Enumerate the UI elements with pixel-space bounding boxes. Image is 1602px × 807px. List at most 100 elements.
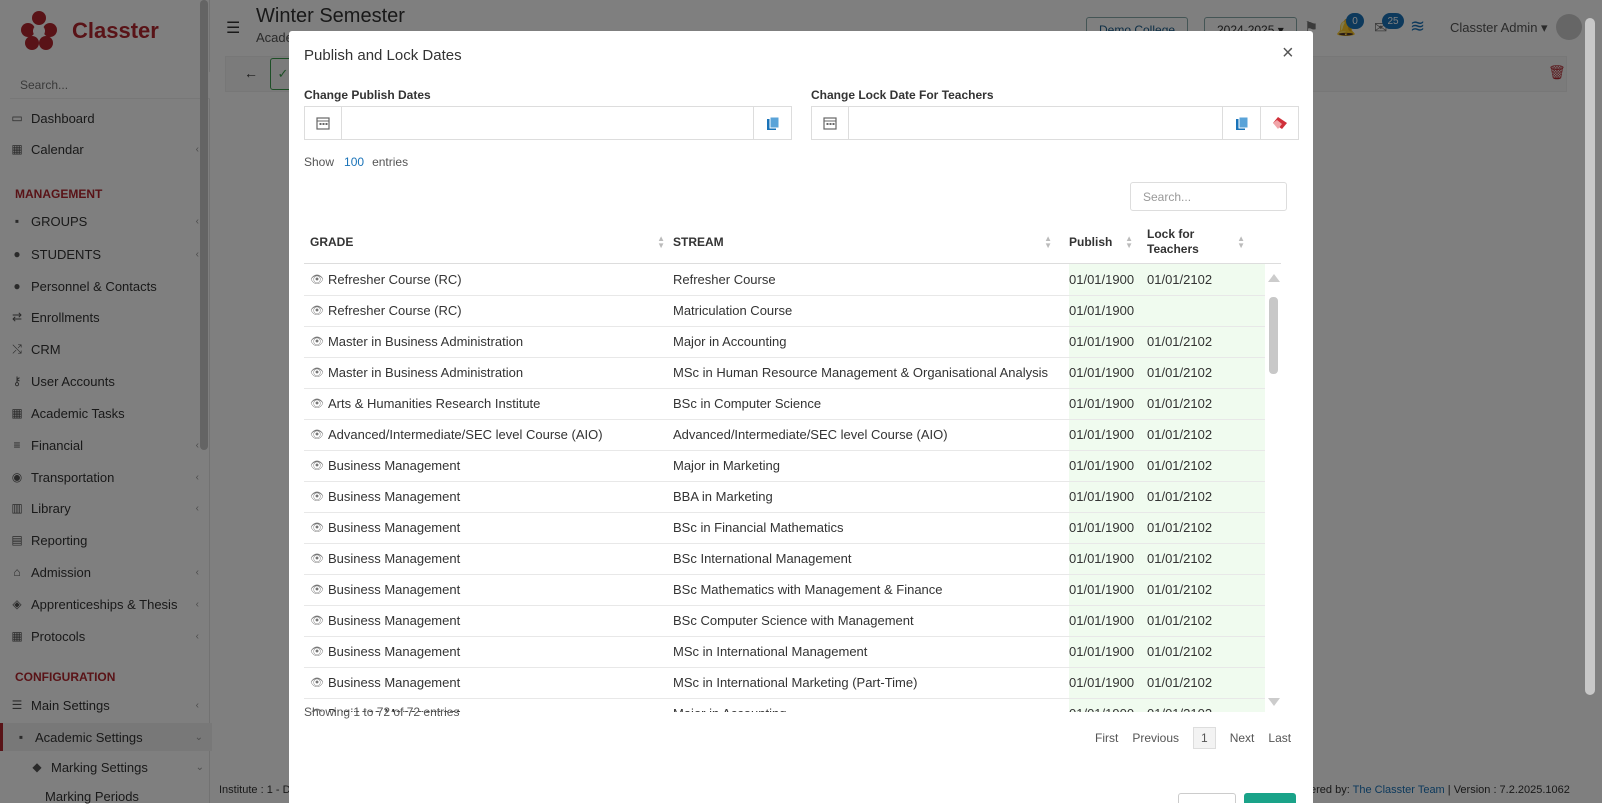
- lock-cell[interactable]: 01/01/2102: [1147, 481, 1212, 512]
- lock-cell[interactable]: 01/01/2102: [1147, 450, 1212, 481]
- lock-date-group: [811, 106, 1299, 140]
- table-search-input[interactable]: Search...: [1130, 182, 1287, 211]
- publish-cell[interactable]: 01/01/1900: [1069, 605, 1134, 636]
- eye-icon[interactable]: 👁: [310, 428, 324, 441]
- publish-cell[interactable]: 01/01/1900: [1069, 698, 1134, 712]
- grade-text: Refresher Course (RC): [327, 303, 462, 318]
- grade-cell: 👁 Advanced/Intermediate/SEC level Course …: [310, 419, 603, 450]
- lock-cell[interactable]: 01/01/2102: [1147, 636, 1212, 667]
- pager-current[interactable]: 1: [1193, 727, 1216, 749]
- grade-text: Arts & Humanities Research Institute: [327, 396, 541, 411]
- publish-cell[interactable]: 01/01/1900: [1069, 357, 1134, 388]
- table-row[interactable]: 👁 Master in Business Administration MSc in…: [304, 357, 1265, 389]
- pager-next[interactable]: Next: [1230, 731, 1255, 745]
- eye-icon[interactable]: 👁: [310, 335, 324, 348]
- grade-cell: 👁Business Management: [310, 574, 460, 605]
- publish-cell[interactable]: 01/01/1900: [1069, 574, 1134, 605]
- page-scrollbar[interactable]: [1585, 18, 1595, 695]
- publish-cell[interactable]: 01/01/1900: [1069, 388, 1134, 419]
- lock-cell[interactable]: 01/01/2102: [1147, 419, 1212, 450]
- lock-cell[interactable]: 01/01/2102: [1147, 357, 1212, 388]
- copy-icon[interactable]: [753, 107, 791, 139]
- lock-cell[interactable]: 01/01/2102: [1147, 388, 1212, 419]
- grade-cell: 👁Business Management: [310, 636, 460, 667]
- entries-count-select[interactable]: 100: [344, 155, 364, 169]
- sort-icon: ▲ ▼: [1125, 234, 1133, 250]
- publish-cell[interactable]: 01/01/1900: [1069, 543, 1134, 574]
- calendar-icon[interactable]: [812, 107, 849, 139]
- lock-date-input[interactable]: [849, 107, 1222, 139]
- lock-cell[interactable]: 01/01/2102: [1147, 512, 1212, 543]
- column-header-stream[interactable]: STREAM ▲ ▼: [673, 220, 1060, 263]
- show-label: Show: [304, 155, 335, 169]
- lock-date-label: Change Lock Date For Teachers: [811, 88, 994, 102]
- eye-icon[interactable]: 👁: [310, 459, 324, 472]
- publish-cell[interactable]: 01/01/1900: [1069, 481, 1134, 512]
- lock-cell[interactable]: 01/01/2102: [1147, 605, 1212, 636]
- table-row[interactable]: 👁 Business Management BBA in Marketing 01/0…: [304, 481, 1265, 513]
- lock-cell[interactable]: 01/01/2102: [1147, 667, 1212, 698]
- eye-icon[interactable]: 👁: [310, 490, 324, 503]
- table-row[interactable]: 👁 Business Management Major in Marketing 01…: [304, 450, 1265, 482]
- close-icon[interactable]: ×: [1282, 43, 1294, 63]
- publish-date-input[interactable]: [342, 107, 753, 139]
- eye-icon[interactable]: 👁: [310, 273, 324, 286]
- scroll-up-arrow-icon[interactable]: [1268, 274, 1280, 282]
- eye-icon[interactable]: 👁: [310, 645, 324, 658]
- modal-title: Publish and Lock Dates: [304, 47, 462, 64]
- lock-cell[interactable]: 01/01/2102: [1147, 543, 1212, 574]
- cancel-button[interactable]: [1178, 793, 1236, 803]
- save-button[interactable]: [1244, 793, 1296, 803]
- calendar-icon[interactable]: [305, 107, 342, 139]
- eye-icon[interactable]: 👁: [310, 614, 324, 627]
- lock-cell[interactable]: 01/01/2102: [1147, 574, 1212, 605]
- table-row[interactable]: 👁 Business Management MSc in International…: [304, 667, 1265, 699]
- lock-cell[interactable]: 01/01/2102: [1147, 698, 1212, 712]
- table-row[interactable]: 👁 Refresher Course (RC) Matriculation Cour…: [304, 295, 1265, 327]
- lock-cell[interactable]: 01/01/2102: [1147, 326, 1212, 357]
- publish-cell[interactable]: 01/01/1900: [1069, 295, 1134, 326]
- column-header-label: GRADE: [310, 234, 354, 249]
- table-row[interactable]: 👁 Arts & Humanities Research Institute BSc…: [304, 388, 1265, 420]
- eye-icon[interactable]: 👁: [310, 397, 324, 410]
- table-row[interactable]: 👁 Business Management BSc Computer Science…: [304, 605, 1265, 637]
- table-row[interactable]: 👁 Master in Business Administration Major …: [304, 326, 1265, 358]
- scroll-down-arrow-icon[interactable]: [1268, 698, 1280, 706]
- grade-cell: 👁 Refresher Course (RC): [310, 295, 462, 326]
- eye-icon[interactable]: 👁: [310, 552, 324, 565]
- publish-cell[interactable]: 01/01/1900: [1069, 512, 1134, 543]
- column-header-publish[interactable]: Publish ▲ ▼: [1069, 220, 1137, 263]
- pager-last[interactable]: Last: [1268, 731, 1291, 745]
- publish-cell[interactable]: 01/01/1900: [1069, 326, 1134, 357]
- stream-cell: BSc International Management: [673, 551, 852, 566]
- grade-text: Business Management: [327, 644, 461, 659]
- column-header-lock[interactable]: Lock for Teachers ▲ ▼: [1147, 220, 1249, 263]
- eye-icon[interactable]: 👁: [310, 304, 324, 317]
- eraser-icon[interactable]: [1260, 107, 1298, 139]
- table-row[interactable]: 👁 Business Management MSc in International…: [304, 636, 1265, 668]
- eye-icon[interactable]: 👁: [310, 521, 324, 534]
- publish-cell[interactable]: 01/01/1900: [1069, 450, 1134, 481]
- eye-icon[interactable]: 👁: [310, 583, 324, 596]
- grade-cell: 👁 Refresher Course (RC): [310, 264, 462, 295]
- table-row[interactable]: 👁 Business Management BSc Mathematics with…: [304, 574, 1265, 606]
- publish-cell[interactable]: 01/01/1900: [1069, 667, 1134, 698]
- table-scrollbar[interactable]: [1265, 264, 1281, 712]
- pager-previous[interactable]: Previous: [1132, 731, 1179, 745]
- eye-icon[interactable]: 👁: [310, 676, 324, 689]
- scroll-thumb[interactable]: [1269, 297, 1278, 374]
- copy-icon[interactable]: [1222, 107, 1260, 139]
- table-row[interactable]: 👁 Advanced/Intermediate/SEC level Course …: [304, 419, 1265, 451]
- column-header-grade[interactable]: GRADE ▲ ▼: [304, 220, 673, 263]
- table-row[interactable]: 👁 Business Management BSc International Ma…: [304, 543, 1265, 575]
- publish-cell[interactable]: 01/01/1900: [1069, 636, 1134, 667]
- table-row[interactable]: 👁 Business Management BSc in Financial Mat…: [304, 512, 1265, 544]
- lock-cell[interactable]: 01/01/2102: [1147, 264, 1212, 295]
- publish-cell[interactable]: 01/01/1900: [1069, 264, 1134, 295]
- grade-text: Master in Business Administration: [327, 365, 524, 380]
- table-header: GRADE ▲ ▼ STREAM ▲ ▼ Publish ▲ ▼ Lock for Teach…: [304, 220, 1281, 264]
- publish-cell[interactable]: 01/01/1900: [1069, 419, 1134, 450]
- eye-icon[interactable]: 👁: [310, 366, 324, 379]
- pager-first[interactable]: First: [1095, 731, 1118, 745]
- table-row[interactable]: 👁 Refresher Course (RC) Refresher Course 01…: [304, 264, 1265, 296]
